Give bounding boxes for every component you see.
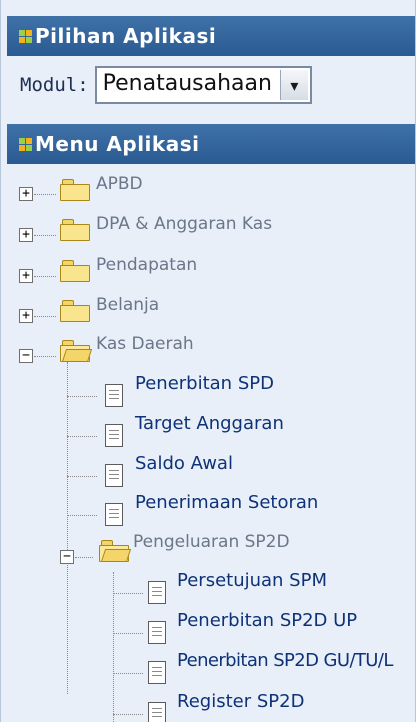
tree-label-kas-daerah[interactable]: Kas Daerah	[96, 334, 194, 354]
menu-aplikasi-header: Menu Aplikasi	[7, 124, 415, 164]
tree-connector	[34, 276, 56, 277]
modul-selected-value[interactable]: Penatausahaan	[97, 68, 278, 102]
pilihan-aplikasi-header: Pilihan Aplikasi	[7, 16, 415, 56]
document-icon	[105, 503, 123, 526]
grid-icon	[19, 137, 32, 151]
folder-icon	[60, 300, 90, 322]
modul-label: Modul:	[20, 74, 89, 96]
tree-label-pendapatan[interactable]: Pendapatan	[96, 255, 197, 275]
tree-label-belanja[interactable]: Belanja	[96, 295, 159, 315]
tree-label-target-anggaran[interactable]: Target Anggaran	[135, 413, 284, 434]
tree-connector	[67, 476, 97, 477]
document-icon	[148, 702, 166, 722]
tree-connector	[67, 362, 68, 694]
tree-connector	[113, 714, 143, 715]
tree-label-saldo-awal[interactable]: Saldo Awal	[135, 453, 233, 474]
collapse-icon[interactable]: −	[19, 349, 33, 363]
pilihan-aplikasi-title: Pilihan Aplikasi	[35, 24, 217, 48]
document-icon	[105, 384, 123, 407]
folder-icon	[60, 260, 90, 282]
chevron-down-icon: ▾	[290, 75, 299, 95]
tree-label-register-sp2d[interactable]: Register SP2D	[177, 691, 304, 712]
dropdown-arrow-button[interactable]: ▾	[279, 70, 308, 100]
tree-label-penerimaan-setoran[interactable]: Penerimaan Setoran	[135, 492, 318, 513]
tree-connector	[113, 572, 114, 722]
collapse-icon[interactable]: −	[60, 550, 74, 564]
expand-icon[interactable]: +	[19, 187, 33, 201]
grid-icon	[19, 29, 32, 43]
tree-connector	[113, 673, 143, 674]
tree-label-pengeluaran-sp2d[interactable]: Pengeluaran SP2D	[133, 532, 290, 552]
modul-select[interactable]: Penatausahaan ▾	[94, 66, 312, 104]
menu-tree: + APBD + DPA & Anggaran Kas + Pendapatan…	[7, 172, 415, 722]
tree-connector	[67, 396, 97, 397]
tree-connector	[67, 436, 97, 437]
document-icon	[148, 661, 166, 684]
open-folder-icon	[60, 340, 93, 362]
tree-label-penerbitan-sp2d-gu[interactable]: Penerbitan SP2D GU/TU/L	[177, 650, 393, 671]
open-folder-icon	[99, 540, 132, 562]
document-icon	[148, 621, 166, 644]
document-icon	[105, 464, 123, 487]
tree-label-penerbitan-sp2d-up[interactable]: Penerbitan SP2D UP	[177, 610, 357, 631]
tree-connector	[34, 356, 56, 357]
document-icon	[148, 581, 166, 604]
folder-icon	[60, 219, 90, 241]
menu-aplikasi-title: Menu Aplikasi	[35, 132, 200, 156]
expand-icon[interactable]: +	[19, 309, 33, 323]
tree-connector	[34, 194, 56, 195]
tree-connector	[67, 515, 97, 516]
tree-connector	[113, 633, 143, 634]
tree-label-persetujuan-spm[interactable]: Persetujuan SPM	[177, 570, 327, 591]
tree-connector	[75, 557, 93, 558]
tree-connector	[34, 316, 56, 317]
tree-label-penerbitan-spd[interactable]: Penerbitan SPD	[135, 373, 274, 394]
document-icon	[105, 424, 123, 447]
modul-selector-row: Modul: Penatausahaan ▾	[7, 58, 415, 112]
folder-icon	[60, 179, 90, 201]
tree-connector	[113, 593, 143, 594]
expand-icon[interactable]: +	[19, 228, 33, 242]
tree-connector	[34, 235, 56, 236]
tree-label-dpa[interactable]: DPA & Anggaran Kas	[96, 214, 272, 234]
navigation-frame: Pilihan Aplikasi Modul: Penatausahaan ▾ …	[0, 0, 416, 722]
expand-icon[interactable]: +	[19, 269, 33, 283]
tree-label-apbd[interactable]: APBD	[96, 174, 143, 194]
